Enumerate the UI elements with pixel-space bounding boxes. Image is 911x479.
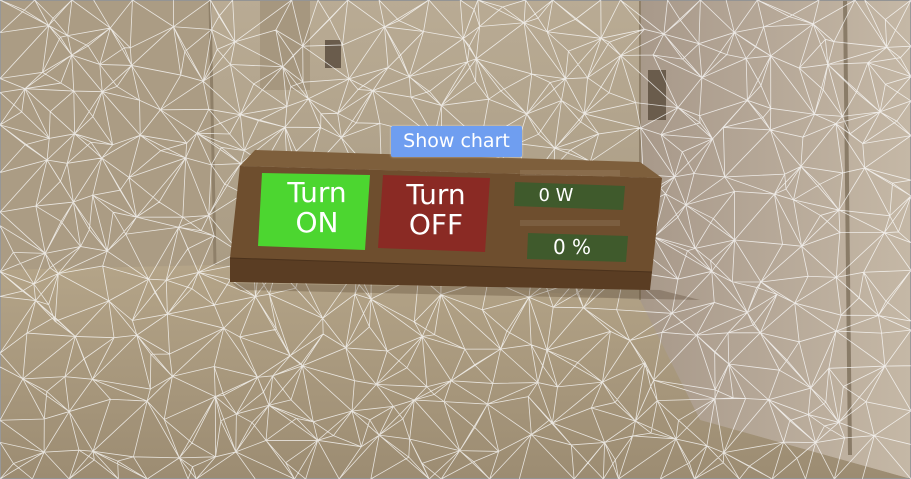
percent-readout-box xyxy=(527,233,628,262)
percent-readout-value: 0 % xyxy=(552,235,592,259)
show-chart-label: Show chart xyxy=(403,130,510,152)
mixed-reality-view: Turn ON Turn OFF 0 W 0 % Show chart xyxy=(0,0,911,479)
show-chart-button[interactable]: Show chart xyxy=(391,126,522,157)
